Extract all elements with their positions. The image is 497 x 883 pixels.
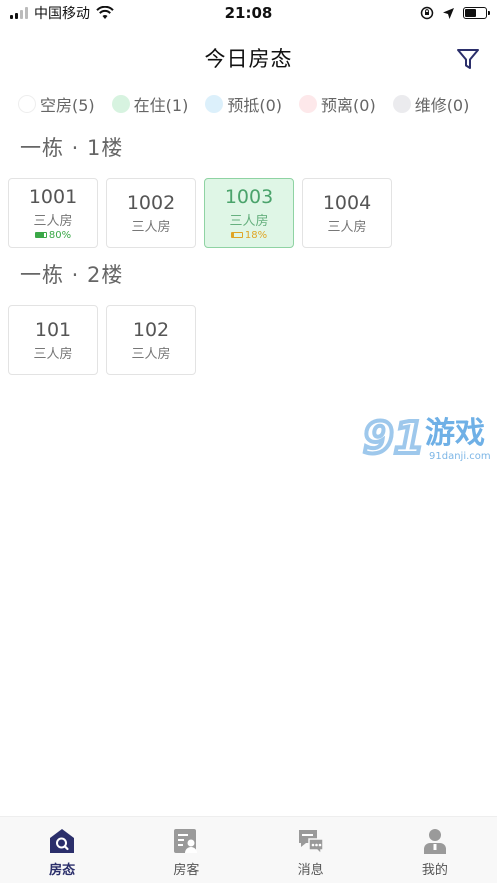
rotation-lock-icon bbox=[420, 6, 434, 20]
battery-percent: 18% bbox=[244, 229, 268, 241]
signal-icon bbox=[10, 7, 28, 19]
room-number: 101 bbox=[34, 318, 72, 341]
watermark-number: 91 bbox=[361, 413, 426, 465]
status-time: 21:08 bbox=[224, 4, 273, 22]
legend-item: 预离(0) bbox=[299, 92, 376, 116]
room-card[interactable]: 1002 三人房 bbox=[106, 178, 196, 248]
section-title-floor-1: 一栋 · 1楼 bbox=[20, 136, 124, 160]
guest-card-icon bbox=[174, 829, 198, 853]
legend-item: 空房(5) bbox=[18, 92, 95, 116]
room-card[interactable]: 101 三人房 bbox=[8, 305, 98, 375]
legend-label: 在住(1) bbox=[133, 96, 189, 115]
tab-profile[interactable]: 我的 bbox=[373, 817, 497, 883]
watermark-url: 91danji.com bbox=[429, 451, 491, 462]
tab-label: 消息 bbox=[297, 863, 324, 878]
legend-dot bbox=[111, 95, 130, 113]
tab-bar: 房态 房客 消息 我的 bbox=[0, 816, 497, 883]
legend-dot bbox=[205, 95, 224, 113]
legend-item: 在住(1) bbox=[111, 92, 189, 116]
watermark-logo: 91 游戏 91danji.com bbox=[361, 413, 497, 467]
legend-label: 预离(0) bbox=[321, 96, 376, 115]
room-number: 1004 bbox=[322, 191, 372, 214]
battery-icon bbox=[463, 7, 490, 19]
legend-item: 预抵(0) bbox=[205, 92, 282, 116]
status-legend: 空房(5) 在住(1) 预抵(0) 预离(0) 维修(0) bbox=[18, 92, 488, 116]
lock-battery: 80% bbox=[34, 229, 72, 241]
status-bar: 中国移动 21:08 bbox=[0, 0, 497, 26]
header: 今日房态 bbox=[0, 38, 497, 78]
legend-dot bbox=[18, 95, 36, 113]
tab-room-status[interactable]: 房态 bbox=[0, 817, 124, 883]
watermark-text: 游戏 bbox=[425, 416, 485, 451]
room-number: 1001 bbox=[28, 185, 78, 208]
tab-label: 我的 bbox=[421, 863, 448, 878]
battery-icon bbox=[34, 232, 47, 238]
filter-icon bbox=[457, 49, 479, 69]
room-card[interactable]: 1004 三人房 bbox=[302, 178, 392, 248]
room-card[interactable]: 102 三人房 bbox=[106, 305, 196, 375]
location-icon bbox=[443, 7, 454, 19]
room-type: 三人房 bbox=[131, 219, 171, 235]
carrier-label: 中国移动 bbox=[34, 6, 90, 22]
room-number: 1003 bbox=[224, 185, 274, 208]
battery-icon bbox=[230, 232, 243, 238]
room-number: 1002 bbox=[126, 191, 176, 214]
page-title: 今日房态 bbox=[204, 47, 293, 71]
room-card[interactable]: 1003 三人房 18% bbox=[204, 178, 294, 248]
room-type: 三人房 bbox=[33, 213, 73, 229]
room-card[interactable]: 1001 三人房 80% bbox=[8, 178, 98, 248]
room-type: 三人房 bbox=[327, 219, 367, 235]
user-icon bbox=[423, 829, 446, 854]
legend-label: 空房(5) bbox=[40, 96, 95, 115]
room-row-floor-2: 101 三人房 102 三人房 bbox=[8, 305, 196, 375]
section-title-floor-2: 一栋 · 2楼 bbox=[20, 263, 124, 287]
tab-guests[interactable]: 房客 bbox=[124, 817, 248, 883]
tab-messages[interactable]: 消息 bbox=[249, 817, 373, 883]
tab-label: 房客 bbox=[173, 863, 200, 878]
room-type: 三人房 bbox=[229, 213, 269, 229]
wifi-icon bbox=[96, 6, 114, 19]
message-icon bbox=[298, 830, 324, 855]
room-type: 三人房 bbox=[131, 346, 171, 362]
room-number: 102 bbox=[132, 318, 170, 341]
legend-item: 维修(0) bbox=[392, 92, 470, 116]
room-type: 三人房 bbox=[33, 346, 73, 362]
legend-label: 预抵(0) bbox=[227, 96, 283, 115]
tab-label: 房态 bbox=[49, 863, 76, 878]
battery-percent: 80% bbox=[48, 229, 72, 241]
legend-dot bbox=[299, 95, 318, 113]
lock-battery: 18% bbox=[230, 229, 268, 241]
legend-dot bbox=[392, 95, 411, 113]
house-search-icon bbox=[50, 829, 75, 853]
legend-label: 维修(0) bbox=[414, 96, 470, 115]
filter-button[interactable] bbox=[455, 46, 481, 72]
room-row-floor-1: 1001 三人房 80% 1002 三人房 1003 三人房 18% 1004 三人房 bbox=[8, 178, 392, 248]
